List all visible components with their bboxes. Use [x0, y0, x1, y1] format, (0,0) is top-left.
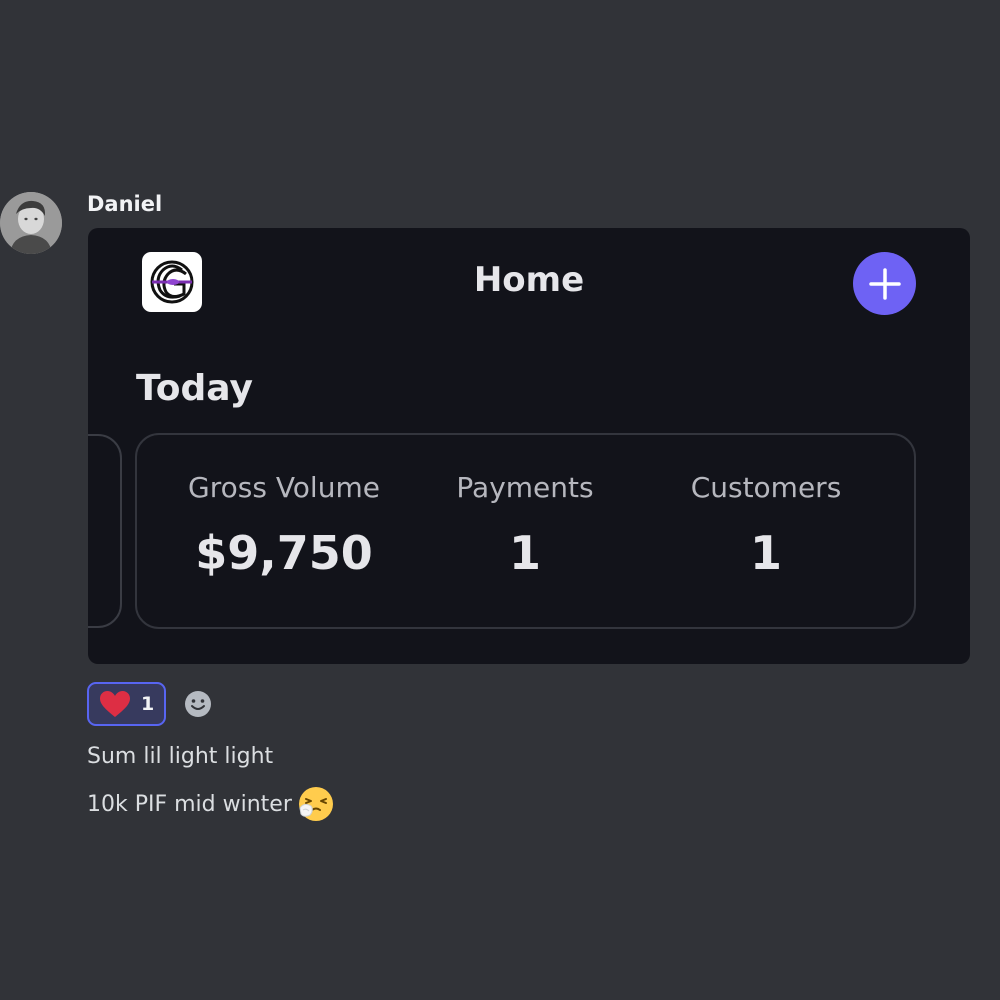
stat-payments: Payments 1: [405, 471, 645, 580]
message-text-row: 10k PIF mid winter: [87, 786, 334, 822]
reaction-heart[interactable]: 1: [87, 682, 167, 726]
plus-icon: [868, 267, 901, 300]
stat-label: Gross Volume: [188, 471, 380, 504]
stat-label: Customers: [690, 471, 842, 504]
stat-value: 1: [749, 526, 782, 580]
previous-card: [88, 434, 122, 628]
message-author[interactable]: Daniel: [87, 192, 162, 216]
image-attachment[interactable]: Home Today Gross Volume $9,750 Payments …: [88, 228, 970, 664]
section-title: Today: [136, 368, 253, 409]
add-button[interactable]: [853, 252, 916, 315]
stat-customers: Customers 1: [646, 471, 886, 580]
message-text: 10k PIF mid winter: [87, 791, 292, 817]
stats-card: Gross Volume $9,750 Payments 1 Customers…: [135, 433, 916, 629]
page-title: Home: [473, 260, 585, 300]
reaction-count: 1: [141, 693, 155, 715]
smiley-icon: [185, 691, 212, 717]
heart-icon: [100, 691, 130, 717]
add-reaction-button[interactable]: [184, 690, 212, 718]
message-text: Sum lil light light: [87, 744, 274, 769]
stat-value: 1: [508, 526, 541, 580]
stat-label: Payments: [456, 471, 594, 504]
stat-value: $9,750: [195, 526, 373, 580]
avatar[interactable]: [0, 192, 62, 254]
stat-gross-volume: Gross Volume $9,750: [164, 471, 404, 580]
reactions-bar: 1: [87, 680, 212, 728]
sneezing-face-icon: [298, 787, 333, 821]
chat-view: Daniel Home Today Gross Volume $9,750 Pa…: [0, 0, 1000, 1000]
avatar-portrait-icon: [0, 192, 62, 254]
